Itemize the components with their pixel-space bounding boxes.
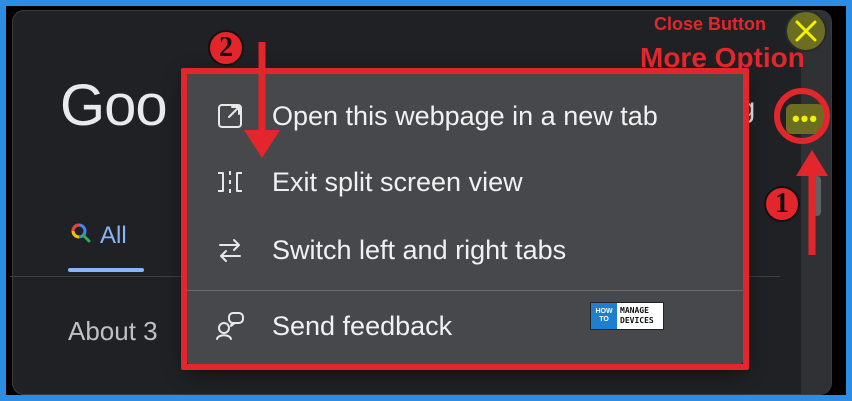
- arrow-down-icon: [244, 130, 280, 158]
- arrow-up-icon: [796, 150, 828, 176]
- annotation-arrows: [244, 42, 828, 255]
